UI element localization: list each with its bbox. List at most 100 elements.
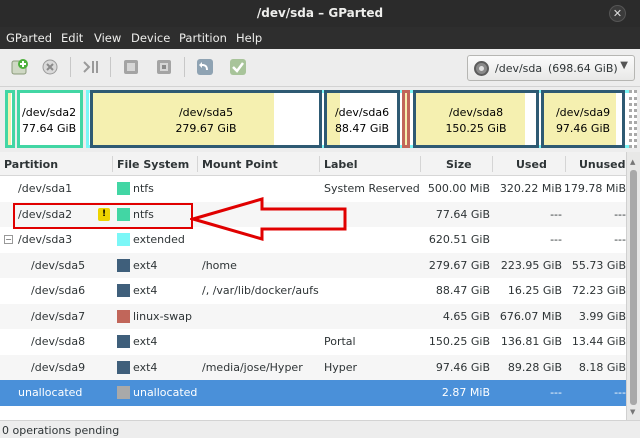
menu-view[interactable]: View — [94, 31, 121, 45]
cell-size: 620.51 GiB — [428, 233, 490, 246]
map-partition-sda5[interactable]: /dev/sda5 279.67 GiB — [90, 90, 322, 148]
device-name: /dev/sda — [495, 62, 543, 75]
delete-partition-icon[interactable] — [40, 57, 60, 77]
map-size-sda8: 150.25 GiB — [445, 122, 507, 135]
cell-size: 500.00 MiB — [427, 182, 490, 195]
partition-table: Partition File System Mount Point Label … — [0, 152, 626, 420]
col-size[interactable]: Size — [446, 158, 472, 171]
map-partition-sda8[interactable]: /dev/sda8 150.25 GiB — [413, 90, 539, 148]
cell-partition: /dev/sda3 — [18, 233, 73, 246]
filesystem-color-swatch — [117, 233, 130, 246]
annotation-arrow-icon — [190, 197, 347, 241]
col-filesystem[interactable]: File System — [117, 158, 189, 171]
window-title: /dev/sda – GParted — [256, 6, 384, 20]
cell-unused: 72.23 GiB — [571, 284, 626, 297]
cell-size: 77.64 GiB — [435, 207, 490, 221]
cell-unused: --- — [614, 233, 626, 246]
cell-label: System Reserved — [324, 182, 420, 195]
cell-used: 89.28 GiB — [507, 360, 562, 374]
toolbar-separator — [70, 57, 71, 77]
cell-filesystem: extended — [133, 233, 185, 246]
menu-help[interactable]: Help — [236, 31, 262, 45]
cell-mountpoint: /media/jose/Hyper — [202, 360, 303, 374]
cell-used: 676.07 MiB — [499, 309, 562, 323]
map-size-sda9: 97.46 GiB — [555, 122, 611, 135]
cell-used: --- — [550, 233, 562, 246]
cell-filesystem: ntfs — [133, 182, 154, 195]
status-bar: 0 operations pending — [0, 420, 640, 438]
filesystem-color-swatch — [117, 386, 130, 399]
cell-unused: 179.78 MiB — [563, 182, 626, 195]
paste-icon[interactable] — [154, 57, 174, 77]
menu-bar: GParted Edit View Device Partition Help — [0, 27, 640, 49]
new-partition-icon[interactable] — [10, 57, 30, 77]
map-label-sda6: /dev/sda6 — [334, 106, 390, 119]
col-label[interactable]: Label — [324, 158, 358, 171]
collapse-icon[interactable]: − — [4, 235, 13, 244]
table-row[interactable]: /dev/sda6 ext4 /, /var/lib/docker/aufs 88.4… — [0, 278, 626, 304]
close-icon[interactable]: ✕ — [609, 5, 626, 22]
col-used[interactable]: Used — [516, 158, 547, 171]
cell-filesystem: linux-swap — [133, 309, 192, 323]
filesystem-color-swatch — [117, 309, 130, 323]
map-label-sda2: /dev/sda2 — [22, 106, 77, 119]
harddisk-icon — [474, 61, 489, 76]
map-unallocated[interactable] — [629, 90, 637, 148]
cell-used: 320.22 MiB — [499, 182, 562, 195]
col-mountpoint[interactable]: Mount Point — [202, 158, 278, 171]
cell-size: 88.47 GiB — [435, 284, 490, 297]
scroll-thumb[interactable] — [630, 170, 637, 405]
title-bar: /dev/sda – GParted ✕ — [0, 0, 640, 27]
cell-size: 150.25 GiB — [428, 335, 490, 348]
cell-unused: 8.18 GiB — [578, 360, 626, 374]
map-partition-sda2[interactable]: /dev/sda2 77.64 GiB — [17, 90, 83, 148]
chevron-down-icon: ▼ — [620, 60, 628, 71]
table-row[interactable]: /dev/sda5 ext4/home 279.67 GiB 223.95 GiB 55… — [0, 252, 626, 278]
filesystem-color-swatch — [117, 335, 130, 348]
table-header: Partition File System Mount Point Label … — [0, 152, 626, 176]
cell-label: Portal — [324, 335, 356, 348]
apply-icon[interactable] — [228, 57, 248, 77]
cell-unused: 55.73 GiB — [571, 258, 626, 272]
scroll-down-icon[interactable]: ▼ — [630, 408, 635, 416]
device-size: (698.64 GiB) — [548, 62, 618, 75]
cell-mountpoint: /home — [202, 258, 237, 272]
cell-partition: unallocated — [18, 386, 83, 399]
map-partition-sda6[interactable]: /dev/sda6 88.47 GiB — [324, 90, 400, 148]
map-label-sda8: /dev/sda8 — [448, 106, 504, 119]
gparted-window: /dev/sda – GParted ✕ GParted Edit View D… — [0, 0, 640, 438]
cell-partition: /dev/sda7 — [31, 309, 86, 323]
table-row[interactable]: unallocated unallocated 2.87 MiB --- --- — [0, 380, 626, 406]
cell-partition: /dev/sda1 — [18, 182, 73, 195]
toolbar-separator — [110, 57, 111, 77]
device-selector[interactable]: /dev/sda (698.64 GiB) ▼ — [467, 55, 635, 81]
filesystem-color-swatch — [117, 360, 130, 374]
cell-filesystem: ext4 — [133, 284, 158, 297]
menu-edit[interactable]: Edit — [61, 31, 83, 45]
cell-unused: --- — [614, 207, 626, 221]
menu-gparted[interactable]: GParted — [6, 31, 52, 45]
copy-icon[interactable] — [121, 57, 141, 77]
scroll-up-icon[interactable]: ▲ — [630, 158, 635, 166]
table-row[interactable]: /dev/sda8 ext4 Portal 150.25 GiB 136.81 GiB 1… — [0, 329, 626, 355]
undo-icon[interactable] — [195, 57, 215, 77]
vertical-scrollbar[interactable]: ▲ ▼ — [626, 152, 640, 420]
menu-partition[interactable]: Partition — [179, 31, 227, 45]
map-partition-sda7[interactable] — [402, 90, 410, 148]
cell-partition: /dev/sda6 — [31, 284, 86, 297]
filesystem-color-swatch — [117, 258, 130, 272]
table-row[interactable]: /dev/sda9 ext4/media/jose/Hyper Hyper 97.46… — [0, 354, 626, 380]
col-unused[interactable]: Unused — [579, 158, 625, 171]
map-size-sda5: 279.67 GiB — [175, 122, 237, 135]
map-partition-sda1[interactable] — [5, 90, 15, 148]
map-size-sda6: 88.47 GiB — [334, 122, 390, 135]
menu-device[interactable]: Device — [131, 31, 170, 45]
col-partition[interactable]: Partition — [4, 158, 58, 171]
map-label-sda5: /dev/sda5 — [178, 106, 234, 119]
cell-used: 16.25 GiB — [507, 284, 562, 297]
resize-move-icon[interactable] — [80, 57, 100, 77]
filesystem-color-swatch — [117, 284, 130, 297]
table-row[interactable]: /dev/sda7 linux-swap 4.65 GiB 676.07 MiB 3.9… — [0, 303, 626, 329]
toolbar-separator — [184, 57, 185, 77]
map-partition-sda9[interactable]: /dev/sda9 97.46 GiB — [541, 90, 625, 148]
